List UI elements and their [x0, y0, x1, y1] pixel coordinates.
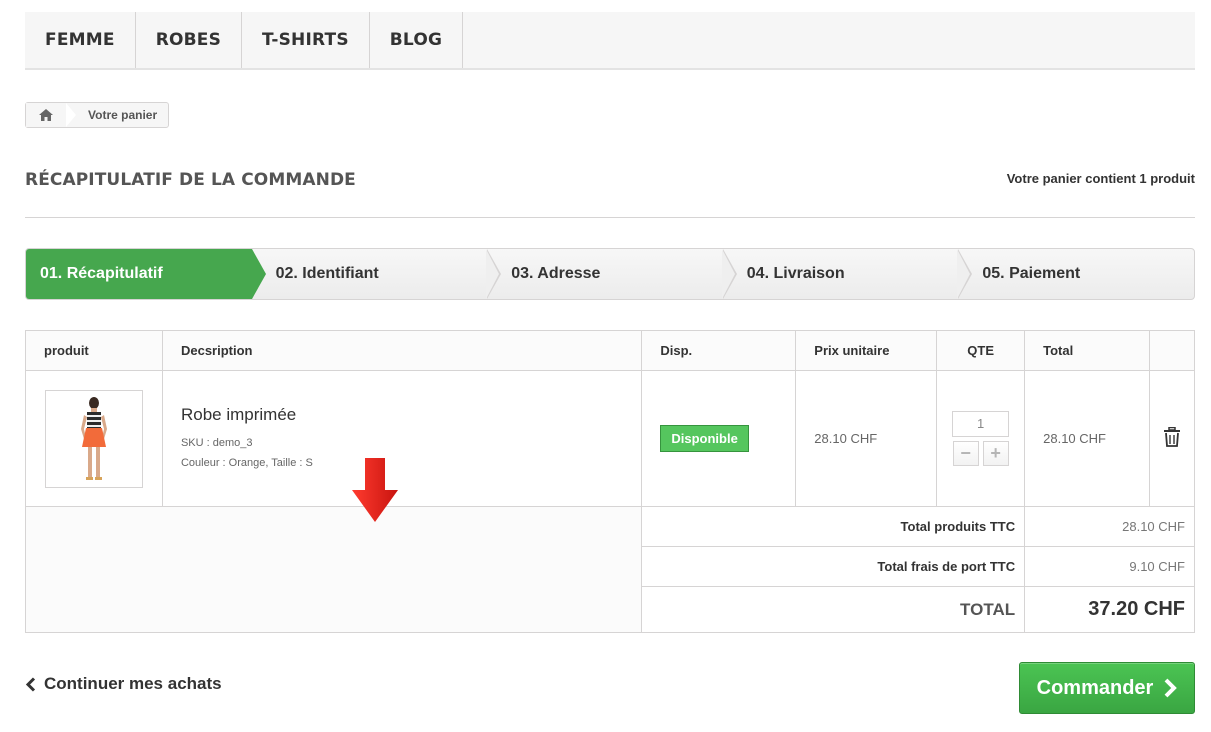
qty-stepper: − + — [937, 441, 1024, 466]
product-name[interactable]: Robe imprimée — [181, 405, 641, 425]
step-shipping-label: 04. Livraison — [746, 265, 845, 282]
summary-products-value: 28.10 CHF — [1024, 506, 1195, 547]
chevron-left-icon — [25, 676, 36, 692]
dress-model-image — [81, 396, 107, 480]
description-cell: Robe imprimée SKU : demo_3 Couleur : Ora… — [161, 370, 643, 507]
availability-cell: Disponible — [641, 370, 797, 507]
summary-shipping-label: Total frais de port TTC — [641, 546, 1026, 587]
step-address-label: 03. Adresse — [511, 265, 601, 282]
breadcrumb-home-link[interactable] — [26, 103, 66, 127]
product-cell — [25, 370, 163, 507]
cart-count: Votre panier contient 1 produit — [1006, 171, 1195, 186]
summary-shipping-value: 9.10 CHF — [1024, 546, 1195, 587]
trash-icon[interactable] — [1163, 426, 1181, 447]
qty-minus-button[interactable]: − — [952, 441, 979, 466]
step-login[interactable]: 02. Identifiant — [252, 249, 502, 299]
step-shipping[interactable]: 04. Livraison — [723, 249, 973, 299]
nav-item-femme[interactable]: FEMME — [25, 12, 136, 68]
table-header-row: produit Decsription Disp. Prix unitaire … — [25, 330, 1195, 371]
step-login-label: 02. Identifiant — [275, 265, 379, 282]
qty-cell: 1 − + — [936, 370, 1026, 507]
cart-table: produit Decsription Disp. Prix unitaire … — [24, 330, 1195, 633]
step-arrow-inner — [957, 249, 971, 299]
summary-row-products: Total produits TTC 28.10 CHF — [24, 506, 1195, 633]
header-delete — [1149, 330, 1195, 371]
step-summary-label: 01. Récapitulatif — [40, 265, 163, 282]
step-payment[interactable]: 05. Paiement — [958, 249, 1194, 299]
step-payment-label: 05. Paiement — [982, 265, 1081, 282]
header-total: Total — [1024, 330, 1150, 371]
step-arrow-inner — [486, 249, 500, 299]
product-image[interactable] — [45, 389, 143, 488]
top-nav: FEMME ROBES T-SHIRTS BLOG — [25, 12, 1195, 70]
nav-item-robes[interactable]: ROBES — [136, 12, 243, 68]
breadcrumb: Votre panier — [25, 102, 170, 128]
delete-cell — [1149, 370, 1195, 507]
availability-badge: Disponible — [660, 425, 749, 452]
qty-input[interactable]: 1 — [952, 411, 1010, 437]
breadcrumb-current: Votre panier — [88, 108, 158, 122]
home-icon — [39, 109, 53, 121]
header-unit-price: Prix unitaire — [795, 330, 938, 371]
summary-products-label: Total produits TTC — [641, 506, 1026, 547]
header-description: Decsription — [161, 330, 643, 371]
header-qty: QTE — [936, 330, 1026, 371]
continue-shopping-link[interactable]: Continuer mes achats — [25, 674, 222, 694]
summary-total-value: 37.20 CHF — [1024, 586, 1195, 633]
unit-price-cell: 28.10 CHF — [795, 370, 938, 507]
checkout-steps: 01. Récapitulatif 02. Identifiant 03. Ad… — [25, 248, 1195, 300]
chevron-right-icon — [1164, 678, 1178, 698]
product-attributes[interactable]: Couleur : Orange, Taille : S — [181, 453, 641, 473]
table-row: Robe imprimée SKU : demo_3 Couleur : Ora… — [25, 370, 1195, 507]
page-title: RÉCAPITULATIF DE LA COMMANDE — [25, 170, 356, 190]
qty-plus-button[interactable]: + — [982, 441, 1009, 466]
continue-shopping-label: Continuer mes achats — [44, 674, 222, 693]
step-summary[interactable]: 01. Récapitulatif — [26, 249, 266, 299]
step-arrow-inner — [250, 249, 264, 299]
step-arrow-inner — [721, 249, 735, 299]
summary-empty-area — [24, 506, 643, 633]
header-availability: Disp. — [641, 330, 797, 371]
product-sku: SKU : demo_3 — [180, 436, 253, 449]
nav-item-t-shirts[interactable]: T-SHIRTS — [242, 12, 370, 68]
order-button-label: Commander — [1036, 676, 1154, 699]
summary-total-label: TOTAL — [641, 586, 1026, 633]
annotation-arrow-icon — [352, 458, 398, 522]
order-button[interactable]: Commander — [1019, 662, 1195, 714]
nav-item-blog[interactable]: BLOG — [370, 12, 464, 68]
breadcrumb-separator — [66, 103, 76, 127]
header-product: produit — [25, 330, 163, 371]
heading-divider — [25, 217, 1195, 218]
line-total-cell: 28.10 CHF — [1024, 370, 1150, 507]
step-address[interactable]: 03. Adresse — [487, 249, 737, 299]
